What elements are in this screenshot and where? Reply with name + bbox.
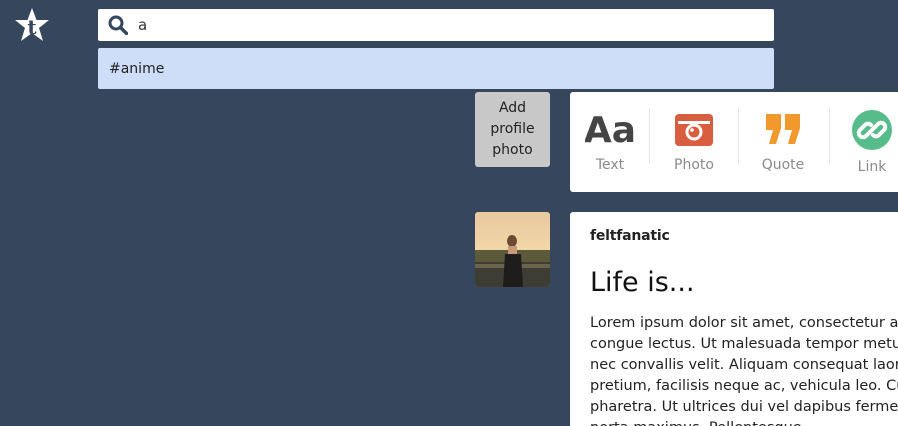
- svg-text:Aa: Aa: [585, 110, 635, 146]
- post-body-line: congue lectus. Ut malesuada tempor metus…: [590, 336, 898, 352]
- post-type-quote-label: Quote: [761, 157, 805, 173]
- post-body-line: porta maximus. Pellentesque: [590, 418, 898, 426]
- add-profile-photo-label: Add profile photo: [490, 100, 535, 158]
- post-author[interactable]: feltfanatic: [590, 228, 670, 244]
- post-type-photo-label: Photo: [674, 157, 714, 173]
- post-type-photo[interactable]: Photo: [650, 92, 738, 192]
- search-input[interactable]: [138, 13, 758, 37]
- post-type-text-label: Text: [595, 157, 625, 173]
- link-icon: [852, 110, 892, 150]
- svg-text:t: t: [27, 15, 37, 39]
- post-body-line: nec convallis velit. Aliquam consequat l…: [590, 357, 898, 373]
- search-icon: [108, 15, 128, 35]
- text-aa-icon: Aa: [585, 110, 635, 146]
- post-type-quote[interactable]: Quote: [738, 92, 828, 192]
- post-body-line: pretium, facilisis neque ac, vehicula le…: [590, 378, 898, 394]
- avatar-photo: [475, 212, 550, 287]
- avatar[interactable]: [475, 212, 550, 287]
- post-type-link[interactable]: Link: [829, 92, 898, 192]
- camera-icon: [675, 114, 713, 146]
- post-body-line: pharetra. Ut ultrices dui vel dapibus fe…: [590, 399, 898, 415]
- tumblr-star-logo-icon: t: [15, 8, 49, 41]
- post-body-line: Lorem ipsum dolor sit amet, consectetur …: [590, 315, 898, 331]
- post-type-link-label: Link: [857, 159, 887, 175]
- tumblr-logo[interactable]: t: [14, 7, 50, 45]
- add-profile-photo-button[interactable]: Add profile photo: [475, 92, 550, 167]
- post-body: Lorem ipsum dolor sit amet, consectetur …: [590, 313, 898, 426]
- search-suggestion-item[interactable]: #anime: [98, 48, 774, 89]
- post-type-text[interactable]: Aa Text: [570, 92, 650, 192]
- quote-icon: [766, 114, 800, 144]
- post-card: feltfanatic Life is... Lorem ipsum dolor…: [570, 212, 898, 426]
- post-title: Life is...: [590, 267, 695, 298]
- post-type-chooser: Aa Text Photo Quote Link: [570, 92, 898, 192]
- search-bar[interactable]: [98, 9, 774, 41]
